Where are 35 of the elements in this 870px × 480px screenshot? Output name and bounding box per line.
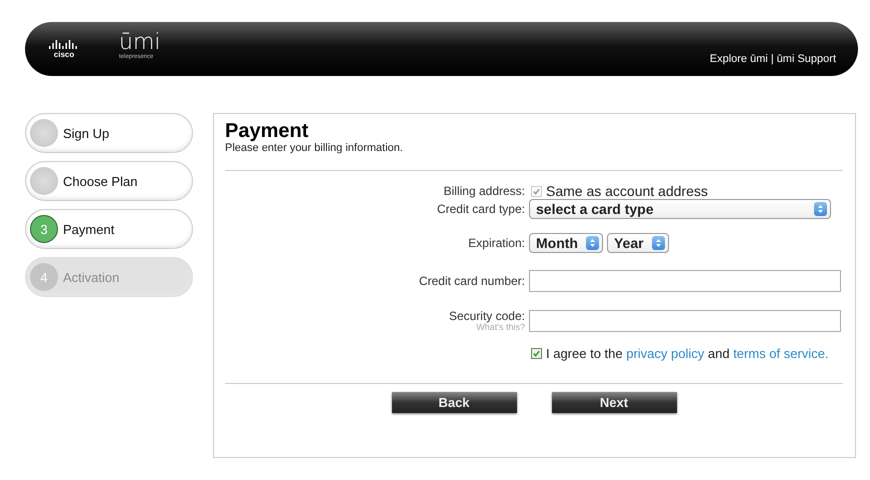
bars-logo-icon	[49, 39, 79, 49]
step-item[interactable]: Sign Up	[25, 113, 193, 153]
page-subtitle: Please enter your billing information.	[225, 142, 404, 154]
card-number-field[interactable]	[529, 270, 841, 292]
nav-button[interactable]: Next	[552, 392, 676, 413]
brand-logo: cisco	[54, 50, 74, 59]
month-dropdown[interactable]: Month	[529, 233, 603, 253]
security-code-field[interactable]	[529, 310, 841, 332]
step-number-badge: 4	[30, 263, 58, 291]
step-item[interactable]: Choose Plan	[25, 161, 193, 201]
link-separator: |	[770, 53, 774, 65]
privacy-policy-link[interactable]: privacy policy	[626, 346, 704, 361]
field-label: Billing address:	[442, 184, 525, 198]
dropdown-arrows-icon	[652, 236, 665, 250]
nav-button[interactable]: Back	[392, 392, 516, 413]
header-link[interactable]: ūmi Support	[776, 53, 836, 65]
field-label: Credit card number:	[418, 274, 525, 288]
dropdown-arrows-icon	[586, 236, 599, 250]
step-number-badge	[30, 119, 58, 147]
card-type-dropdown[interactable]: select a card type	[529, 199, 831, 219]
product-logo: ūmi	[119, 32, 160, 54]
checkbox-label: Same as account address	[546, 183, 708, 199]
page-title: Payment	[225, 120, 310, 142]
header-link[interactable]: Explore ūmi	[710, 53, 768, 65]
dropdown-arrows-icon	[814, 202, 827, 216]
field-label: Security code:	[448, 309, 525, 323]
step-number-badge: 3	[30, 215, 58, 243]
field-label: Credit card type:	[436, 202, 525, 216]
agreement-text: I agree to the privacy policy and terms of service.	[546, 346, 829, 361]
checkbox[interactable]	[531, 348, 542, 359]
year-dropdown[interactable]: Year	[606, 233, 669, 253]
step-number-badge	[30, 167, 58, 195]
field-label: Expiration:	[467, 236, 525, 250]
step-item[interactable]: 3 Payment	[25, 209, 193, 249]
terms-link[interactable]: terms of service.	[733, 346, 829, 361]
